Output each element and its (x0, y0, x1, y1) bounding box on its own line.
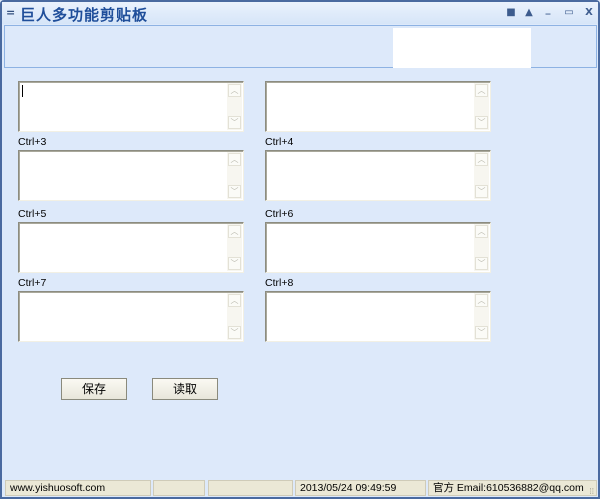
vertical-scrollbar[interactable]: ︿ ﹀ (227, 293, 242, 340)
save-button[interactable]: 保存 (61, 378, 127, 400)
main-window: = 巨人多功能剪贴板 ■ ▲ _ ▭ X ︿ ﹀ ︿ ﹀ ︿ ﹀ Ctrl+3 ︿ ﹀ Ctrl+… (0, 0, 600, 499)
close-button[interactable]: X (583, 7, 595, 18)
maximize-button[interactable]: ▭ (563, 7, 575, 18)
vertical-scrollbar[interactable]: ︿ ﹀ (474, 152, 489, 199)
clipboard-slot-textarea[interactable]: ︿ ﹀ (265, 291, 491, 342)
scroll-up-icon[interactable]: ︿ (475, 225, 488, 238)
status-website: www.yishuosoft.com (5, 480, 151, 496)
vertical-scrollbar[interactable]: ︿ ﹀ (474, 224, 489, 271)
pin-icon[interactable]: ■ (505, 7, 517, 18)
status-bar: www.yishuosoft.com 2013/05/24 09:49:59 官… (5, 480, 597, 497)
scroll-up-icon[interactable]: ︿ (475, 153, 488, 166)
scroll-down-icon[interactable]: ﹀ (228, 257, 241, 270)
clipboard-slot-textarea[interactable]: ︿ ﹀ (265, 81, 491, 132)
header-panel (4, 25, 597, 68)
slot-hotkey-label: Ctrl+7 (18, 277, 47, 289)
scroll-down-icon[interactable]: ﹀ (228, 185, 241, 198)
scroll-up-icon[interactable]: ︿ (228, 225, 241, 238)
clipboard-slot-textarea[interactable]: ︿ ﹀ (18, 291, 244, 342)
scroll-up-icon[interactable]: ︿ (228, 153, 241, 166)
scroll-down-icon[interactable]: ﹀ (475, 257, 488, 270)
slot-hotkey-label: Ctrl+3 (18, 136, 47, 148)
rollup-icon[interactable]: ▲ (523, 7, 535, 18)
vertical-scrollbar[interactable]: ︿ ﹀ (474, 83, 489, 130)
resize-grip-icon[interactable]: ⁞⁞ (590, 485, 594, 495)
banner-area (393, 28, 531, 68)
status-datetime: 2013/05/24 09:49:59 (295, 480, 426, 496)
slot-hotkey-label: Ctrl+4 (265, 136, 294, 148)
scroll-down-icon[interactable]: ﹀ (475, 326, 488, 339)
clipboard-slot-textarea[interactable]: ︿ ﹀ (265, 222, 491, 273)
clipboard-slot-textarea[interactable]: ︿ ﹀ (265, 150, 491, 201)
vertical-scrollbar[interactable]: ︿ ﹀ (474, 293, 489, 340)
scroll-up-icon[interactable]: ︿ (228, 84, 241, 97)
scroll-up-icon[interactable]: ︿ (475, 294, 488, 307)
scroll-down-icon[interactable]: ﹀ (228, 116, 241, 129)
scroll-down-icon[interactable]: ﹀ (228, 326, 241, 339)
vertical-scrollbar[interactable]: ︿ ﹀ (227, 152, 242, 199)
read-button[interactable]: 读取 (152, 378, 218, 400)
slot-hotkey-label: Ctrl+5 (18, 208, 47, 220)
slot-hotkey-label: Ctrl+8 (265, 277, 294, 289)
clipboard-slot-textarea[interactable]: ︿ ﹀ (18, 222, 244, 273)
clipboard-slot-textarea[interactable]: ︿ ﹀ (18, 81, 244, 132)
clipboard-slot-textarea[interactable]: ︿ ﹀ (18, 150, 244, 201)
vertical-scrollbar[interactable]: ︿ ﹀ (227, 83, 242, 130)
text-caret (22, 85, 23, 97)
status-contact: 官方 Email:610536882@qq.com ⁞⁞ (428, 480, 597, 496)
scroll-down-icon[interactable]: ﹀ (475, 116, 488, 129)
scroll-up-icon[interactable]: ︿ (475, 84, 488, 97)
status-segment-3 (208, 480, 293, 496)
vertical-scrollbar[interactable]: ︿ ﹀ (227, 224, 242, 271)
status-segment-2 (153, 480, 205, 496)
window-title: 巨人多功能剪贴板 (20, 6, 149, 24)
contact-text: 官方 Email:610536882@qq.com (433, 482, 584, 494)
scroll-down-icon[interactable]: ﹀ (475, 185, 488, 198)
system-menu-icon[interactable]: = (6, 6, 15, 19)
title-bar: = 巨人多功能剪贴板 ■ ▲ _ ▭ X (2, 2, 598, 24)
slot-hotkey-label: Ctrl+6 (265, 208, 294, 220)
minimize-button[interactable]: _ (542, 4, 554, 15)
scroll-up-icon[interactable]: ︿ (228, 294, 241, 307)
